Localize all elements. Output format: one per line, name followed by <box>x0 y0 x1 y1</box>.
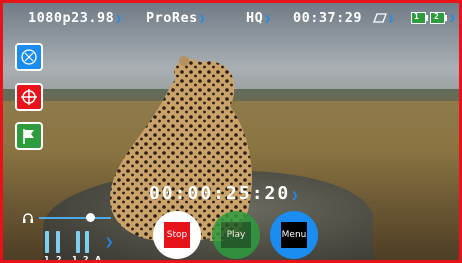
play-icon: Play <box>221 222 251 248</box>
channel-label: 1 <box>72 255 78 263</box>
remaining-time-indicator[interactable]: 00:37:29 ❯ <box>293 10 395 26</box>
quality-label: HQ <box>246 10 264 26</box>
format-label: 1080p23.98 <box>28 10 115 26</box>
remaining-time-label: 00:37:29 <box>293 10 363 26</box>
play-label: Play <box>226 230 246 240</box>
audio-meter-4 <box>85 231 89 253</box>
channel-label: 2 <box>56 255 62 263</box>
channel-label: 2 <box>83 255 89 263</box>
slot-2-label: 2 <box>434 12 440 21</box>
codec-indicator[interactable]: ProRes❯ <box>146 10 206 26</box>
crosshair-icon <box>21 89 37 105</box>
stop-label: Stop <box>166 230 188 240</box>
chevron-right-icon: ❯ <box>115 12 123 25</box>
menu-icon: Menu <box>281 222 307 248</box>
headphones-icon <box>23 213 33 223</box>
display-icon <box>21 49 37 65</box>
audio-meter-2 <box>56 231 60 253</box>
timecode-label: 00:00:25:20 <box>149 183 291 204</box>
slot-1-label: 1 <box>414 12 420 21</box>
chevron-right-icon: ❯ <box>264 12 272 25</box>
marker-button[interactable] <box>15 122 43 150</box>
media-icon <box>372 13 387 23</box>
timecode-display[interactable]: 00:00:25:20❯ <box>149 183 298 204</box>
status-bar: 1080p23.98❯ ProRes❯ HQ❯ 00:37:29 ❯ 1 2 ❯ <box>3 3 459 35</box>
audio-meter-1 <box>45 231 49 253</box>
channel-label: 1 <box>44 255 50 263</box>
chevron-right-icon[interactable]: ❯ <box>105 237 113 248</box>
chevron-right-icon: ❯ <box>449 11 457 24</box>
flag-icon <box>23 129 34 144</box>
audio-meter-3 <box>76 231 80 253</box>
storage-indicator[interactable]: 1 2 ❯ <box>411 11 456 28</box>
play-button[interactable]: Play <box>212 211 260 259</box>
display-button[interactable] <box>15 43 43 71</box>
menu-label: Menu <box>281 230 307 240</box>
monitor-screen: 1080p23.98❯ ProRes❯ HQ❯ 00:37:29 ❯ 1 2 ❯ <box>0 0 462 263</box>
volume-slider[interactable] <box>39 217 111 219</box>
chevron-right-icon: ❯ <box>291 188 299 202</box>
format-indicator[interactable]: 1080p23.98❯ <box>28 10 122 26</box>
chevron-right-icon: ❯ <box>198 12 206 25</box>
quality-indicator[interactable]: HQ❯ <box>246 10 271 26</box>
stop-button[interactable]: Stop <box>153 211 201 259</box>
menu-button[interactable]: Menu <box>270 211 318 259</box>
focus-assist-button[interactable] <box>15 83 43 111</box>
channel-label: A <box>95 255 102 263</box>
chevron-right-icon: ❯ <box>387 12 395 25</box>
stop-icon: Stop <box>164 222 190 248</box>
codec-label: ProRes <box>146 10 198 26</box>
